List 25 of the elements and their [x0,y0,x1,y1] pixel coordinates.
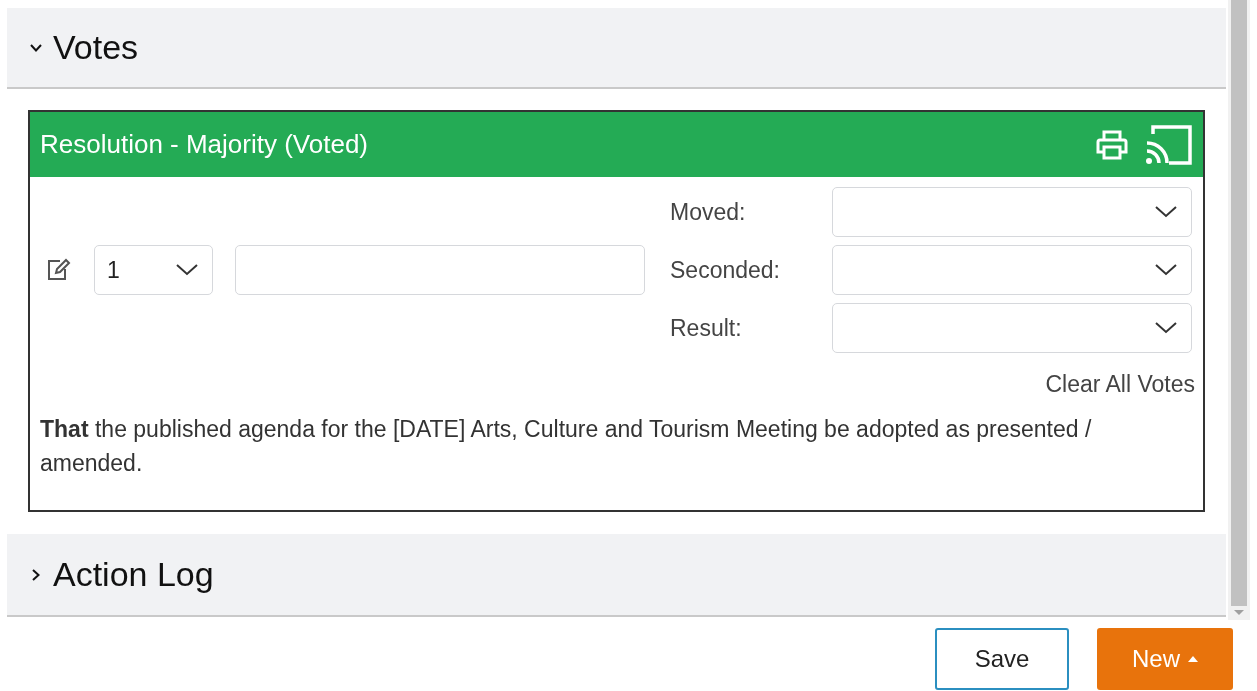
scrollbar[interactable] [1228,0,1250,620]
dropdown-field[interactable] [832,187,1192,237]
dropdown-field[interactable] [832,303,1192,353]
section-title: Action Log [53,555,214,594]
chevron-down-icon [1155,322,1177,334]
section-title: Votes [53,28,139,67]
caret-up-icon [1188,656,1198,662]
field-label: Seconded: [670,256,781,284]
number-select[interactable]: 1 [94,245,213,295]
cast-icon[interactable] [1145,123,1193,166]
clear-votes-link[interactable]: Clear All Votes [40,371,1195,398]
section-header[interactable]: Action Log [7,534,1226,617]
field-label: Result: [670,314,743,342]
chevron-down-icon [176,264,198,276]
scroll-down-icon[interactable] [1234,610,1244,616]
card-title: Resolution - Majority (Voted) [40,129,369,160]
section-header[interactable]: Votes [7,8,1226,89]
motion-text: That the published agenda for the [DATE] Arts, Culture and Tourism Meeting be adopted as presented / amended. [40,415,1093,478]
save-button[interactable]: Save [935,628,1069,690]
edit-icon[interactable] [46,257,72,283]
chevron-down-icon [1155,206,1177,218]
dropdown-field[interactable] [832,245,1192,295]
chevron-down-icon [1155,264,1177,276]
text-field[interactable] [235,245,645,295]
field-label: Moved: [670,198,747,226]
